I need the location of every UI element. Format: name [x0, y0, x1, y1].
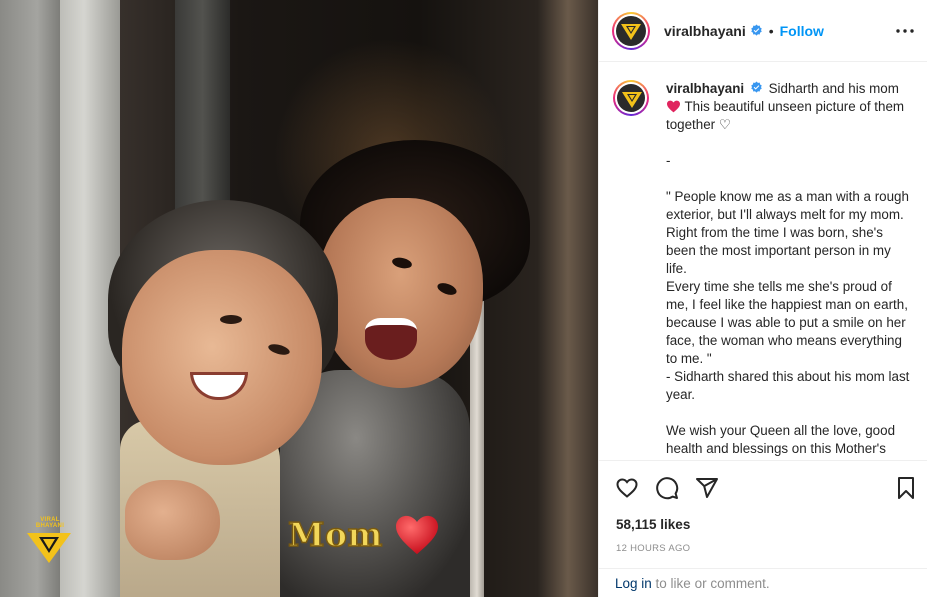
post-header: viralbhayani • Follow [599, 0, 927, 62]
caption-line2: This beautiful unseen picture of them to… [666, 99, 905, 132]
login-prompt: Log in to like or comment. [599, 568, 927, 597]
header-separator: • [768, 22, 774, 39]
like-count[interactable]: 58,115 likes [616, 517, 690, 532]
caption-line1: Sidharth and his mom [768, 81, 899, 96]
overlay-caption: Mom [287, 514, 383, 555]
caption-row: viralbhayani Sidharth and his mom This b… [613, 80, 914, 458]
caption-body: - " People know me as a man with a rough… [666, 153, 910, 456]
man-face [318, 198, 483, 388]
profile-logo-icon [621, 23, 641, 40]
login-suffix: to like or comment. [651, 576, 770, 591]
overlay-heart-icon [396, 515, 438, 555]
comment-icon[interactable] [655, 476, 679, 500]
avatar[interactable] [612, 11, 650, 50]
header-username[interactable]: viralbhayani [664, 23, 746, 39]
woman-eye [220, 315, 242, 324]
background-strip [538, 0, 598, 597]
post-actions: 58,115 likes 12 HOURS AGO [599, 460, 927, 568]
woman-hand [125, 480, 220, 560]
background-pole [470, 300, 484, 597]
watermark-text: VIRAL BHAYANI [35, 517, 65, 529]
more-icon[interactable] [895, 24, 915, 38]
post-sidebar: viralbhayani • Follow viralbhayani Sidha… [598, 0, 927, 597]
caption-area[interactable]: viralbhayani Sidharth and his mom This b… [599, 62, 927, 460]
bookmark-icon[interactable] [894, 476, 918, 500]
caption-avatar[interactable] [613, 80, 649, 116]
follow-button[interactable]: Follow [780, 23, 824, 39]
man-mouth [365, 318, 417, 360]
verified-icon [751, 81, 762, 93]
share-icon[interactable] [695, 476, 719, 500]
woman-face [122, 250, 322, 465]
post-timestamp[interactable]: 12 HOURS AGO [616, 543, 690, 554]
heart-icon[interactable] [615, 476, 639, 500]
login-link[interactable]: Log in [615, 576, 652, 591]
verified-icon [751, 24, 762, 36]
red-heart-icon [667, 100, 680, 113]
post-media[interactable]: VIRAL BHAYANI Mom [0, 0, 598, 597]
caption-username[interactable]: viralbhayani [666, 81, 744, 96]
caption-text: viralbhayani Sidharth and his mom This b… [666, 80, 914, 458]
background-wall [0, 0, 62, 597]
profile-logo-icon [622, 92, 642, 108]
